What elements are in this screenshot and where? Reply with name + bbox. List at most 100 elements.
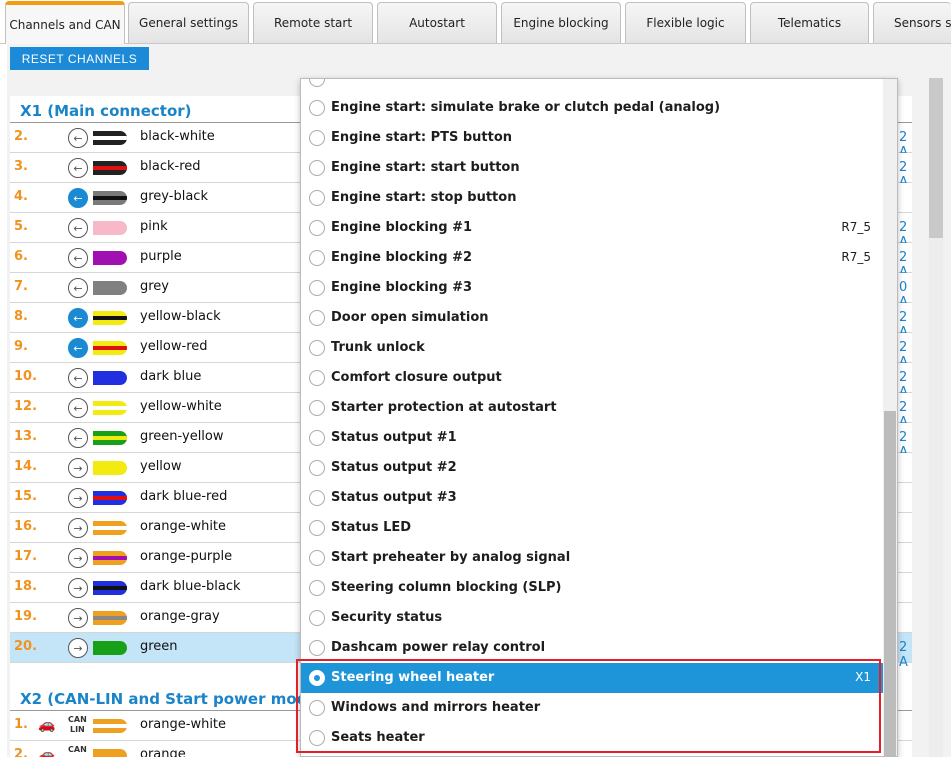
dropdown-option[interactable]: Engine start: simulate brake or clutch p… — [301, 93, 883, 123]
function-dropdown-list[interactable]: Engine start: simulate brake or clutch p… — [300, 78, 898, 757]
tab-sensors-settings[interactable]: Sensors sett — [873, 2, 951, 43]
input-direction-icon[interactable]: ← — [68, 398, 88, 418]
radio-icon[interactable] — [309, 400, 325, 416]
tab-label: Sensors sett — [894, 16, 951, 30]
can-lin-badge: CAN — [68, 745, 87, 754]
radio-icon[interactable] — [309, 430, 325, 446]
output-direction-icon[interactable]: → — [68, 608, 88, 628]
output-direction-icon[interactable]: → — [68, 458, 88, 478]
dropdown-option[interactable]: Steering wheel heater X1 — [301, 663, 883, 693]
radio-icon[interactable] — [309, 460, 325, 476]
channel-number: 9. — [14, 339, 28, 354]
radio-icon[interactable] — [309, 670, 325, 686]
option-label: Engine blocking #2 — [331, 250, 473, 265]
tab-remote-start[interactable]: Remote start — [253, 2, 373, 43]
dropdown-option[interactable]: Status output #3 — [301, 483, 883, 513]
dropdown-option[interactable]: Engine start: stop button — [301, 183, 883, 213]
dropdown-option[interactable]: Starter protection at autostart — [301, 393, 883, 423]
dropdown-option[interactable]: Status output #2 — [301, 453, 883, 483]
dropdown-option[interactable]: Status output #1 — [301, 423, 883, 453]
tab-telematics[interactable]: Telematics — [750, 2, 869, 43]
tab-engine-blocking[interactable]: Engine blocking — [501, 2, 621, 43]
output-direction-icon[interactable]: → — [68, 638, 88, 658]
option-tag: R7_5 — [841, 220, 871, 234]
dropdown-scrollbar-thumb[interactable] — [884, 411, 896, 756]
channel-number: 2. — [14, 129, 28, 144]
input-direction-icon[interactable]: ← — [68, 368, 88, 388]
dropdown-option[interactable]: Status LED — [301, 513, 883, 543]
wire-color-label: green-yellow — [140, 429, 224, 444]
radio-icon[interactable] — [309, 610, 325, 626]
option-tag: X1 — [855, 670, 871, 684]
wire-color-icon — [93, 551, 127, 565]
radio-icon[interactable] — [309, 490, 325, 506]
option-label: Status output #2 — [331, 460, 457, 475]
tab-general-settings[interactable]: General settings — [128, 2, 249, 43]
wire-color-label: yellow-white — [140, 399, 222, 414]
radio-icon[interactable] — [309, 730, 325, 746]
dropdown-option[interactable]: Steering column blocking (SLP) — [301, 573, 883, 603]
wire-color-icon — [93, 311, 127, 325]
channel-number: 17. — [14, 549, 38, 564]
input-direction-icon[interactable]: ← — [68, 158, 88, 178]
input-direction-icon[interactable]: ← — [68, 428, 88, 448]
tab-autostart[interactable]: Autostart — [377, 2, 497, 43]
input-direction-icon[interactable]: ← — [68, 248, 88, 268]
radio-icon[interactable] — [309, 520, 325, 536]
input-direction-icon[interactable]: ← — [68, 218, 88, 238]
radio-icon[interactable] — [309, 640, 325, 656]
option-label: Dashcam power relay control — [331, 640, 546, 655]
radio-icon[interactable] — [309, 220, 325, 236]
tab-channels-and-can[interactable]: Channels and CAN — [5, 1, 125, 44]
wire-color-label: yellow-black — [140, 309, 221, 324]
radio-icon[interactable] — [309, 370, 325, 386]
dropdown-option[interactable]: Seats heater — [301, 723, 883, 753]
tab-label: General settings — [139, 16, 238, 30]
output-direction-icon[interactable]: → — [68, 518, 88, 538]
radio-icon[interactable] — [309, 160, 325, 176]
output-direction-icon[interactable]: → — [68, 488, 88, 508]
radio-icon[interactable] — [309, 100, 325, 116]
radio-icon[interactable] — [309, 190, 325, 206]
input-direction-icon[interactable]: ← — [68, 338, 88, 358]
input-direction-icon[interactable]: ← — [68, 188, 88, 208]
tab-bar: Channels and CAN General settings Remote… — [0, 0, 951, 44]
channel-number: 20. — [14, 639, 38, 654]
dropdown-option[interactable]: Dashcam power relay control — [301, 633, 883, 663]
input-direction-icon[interactable]: ← — [68, 278, 88, 298]
channel-number: 4. — [14, 189, 28, 204]
option-label: Engine start: stop button — [331, 190, 517, 205]
dropdown-option[interactable]: Security status — [301, 603, 883, 633]
tab-flexible-logic[interactable]: Flexible logic — [625, 2, 746, 43]
wire-color-icon — [93, 461, 127, 475]
reset-channels-button[interactable]: RESET CHANNELS — [10, 47, 149, 70]
radio-icon[interactable] — [309, 310, 325, 326]
radio-icon[interactable] — [309, 580, 325, 596]
page-scrollbar-thumb[interactable] — [929, 78, 943, 238]
radio-icon[interactable] — [309, 550, 325, 566]
input-direction-icon[interactable]: ← — [68, 128, 88, 148]
tab-label: Remote start — [273, 16, 353, 30]
dropdown-option[interactable]: Comfort closure output — [301, 363, 883, 393]
dropdown-option[interactable]: Windows and mirrors heater — [301, 693, 883, 723]
dropdown-option[interactable]: Door open simulation — [301, 303, 883, 333]
dropdown-option[interactable]: Engine blocking #1 R7_5 — [301, 213, 883, 243]
dropdown-option[interactable]: Start preheater by analog signal — [301, 543, 883, 573]
dropdown-option[interactable]: Engine start: start button — [301, 153, 883, 183]
dropdown-option[interactable]: Engine blocking #2 R7_5 — [301, 243, 883, 273]
dropdown-option[interactable]: Engine start: PTS button — [301, 123, 883, 153]
radio-icon[interactable] — [309, 250, 325, 266]
wire-color-label: dark blue-red — [140, 489, 228, 504]
output-direction-icon[interactable]: → — [68, 578, 88, 598]
dropdown-option[interactable]: Trunk unlock — [301, 333, 883, 363]
car-icon: 🚗 — [38, 717, 56, 733]
input-direction-icon[interactable]: ← — [68, 308, 88, 328]
radio-icon[interactable] — [309, 130, 325, 146]
tab-label: Flexible logic — [646, 16, 725, 30]
radio-icon[interactable] — [309, 700, 325, 716]
dropdown-option[interactable]: Engine blocking #3 — [301, 273, 883, 303]
radio-icon[interactable] — [309, 340, 325, 356]
output-direction-icon[interactable]: → — [68, 548, 88, 568]
radio-icon[interactable] — [309, 280, 325, 296]
dropdown-option-partial[interactable] — [301, 79, 883, 91]
